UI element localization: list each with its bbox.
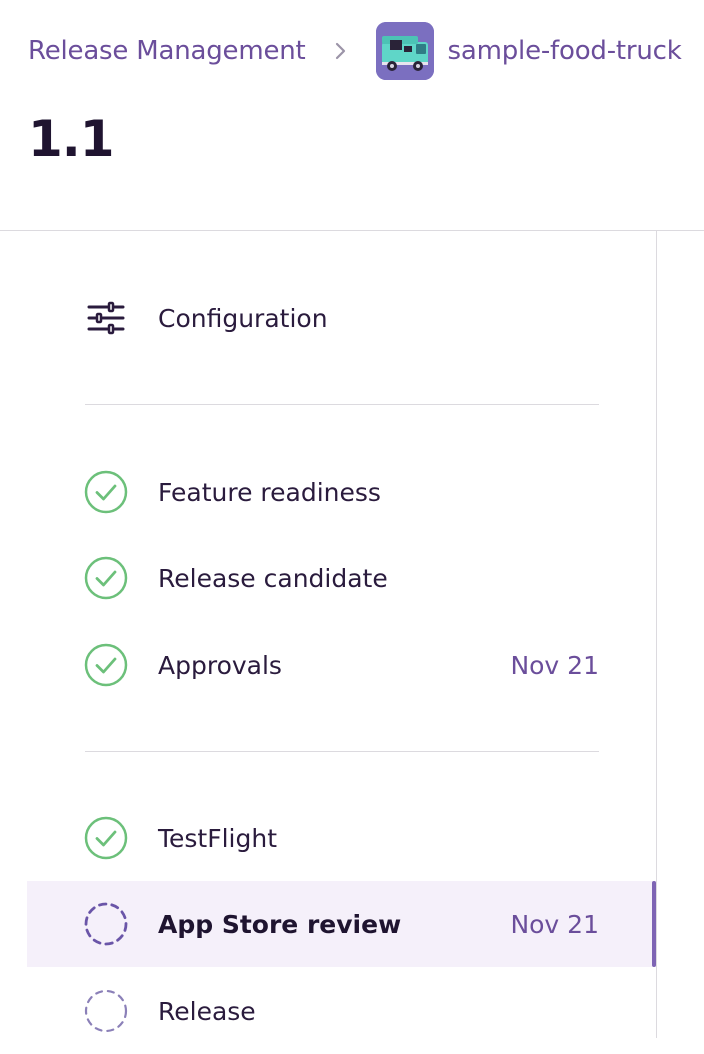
chevron-right-icon: [334, 41, 348, 61]
pending-circle-icon: [84, 989, 128, 1033]
nav-item-label: App Store review: [158, 909, 402, 939]
nav-item-configuration[interactable]: Configuration: [27, 275, 656, 361]
check-circle-icon: [84, 816, 128, 860]
nav-item-feature-readiness[interactable]: Feature readiness: [27, 449, 656, 535]
check-circle-icon: [84, 643, 128, 687]
nav-item-label: Approvals: [158, 650, 282, 680]
active-indicator: [652, 881, 656, 967]
food-truck-icon[interactable]: [375, 22, 434, 80]
nav-item-date: Nov 21: [510, 909, 599, 939]
nav-item-label: Feature readiness: [158, 477, 381, 507]
nav-item-release-candidate[interactable]: Release candidate: [27, 535, 656, 621]
nav-item-label: Release candidate: [158, 563, 388, 593]
nav-item-testflight[interactable]: TestFlight: [27, 795, 656, 881]
pending-circle-icon: [84, 902, 128, 946]
check-circle-icon: [84, 470, 128, 514]
nav-item-date: Nov 21: [510, 650, 599, 680]
section-divider: [85, 404, 599, 405]
nav-item-approvals[interactable]: Approvals Nov 21: [27, 622, 656, 708]
header-divider: [0, 230, 704, 231]
breadcrumb-app-link[interactable]: sample-food-truck: [448, 36, 682, 66]
nav-item-label: Release: [158, 996, 256, 1026]
sidebar-border: [656, 231, 657, 1038]
sliders-icon: [84, 296, 128, 340]
nav-item-label: Configuration: [158, 303, 328, 333]
nav-item-release[interactable]: Release: [27, 968, 656, 1054]
breadcrumb: Release Management sample-food-truck: [28, 22, 682, 80]
breadcrumb-release-management-link[interactable]: Release Management: [28, 36, 306, 66]
section-divider: [85, 751, 599, 752]
page-title: 1.1: [28, 110, 115, 168]
nav-item-app-store-review[interactable]: App Store review Nov 21: [27, 881, 656, 967]
nav-item-label: TestFlight: [158, 823, 278, 853]
check-circle-icon: [84, 556, 128, 600]
